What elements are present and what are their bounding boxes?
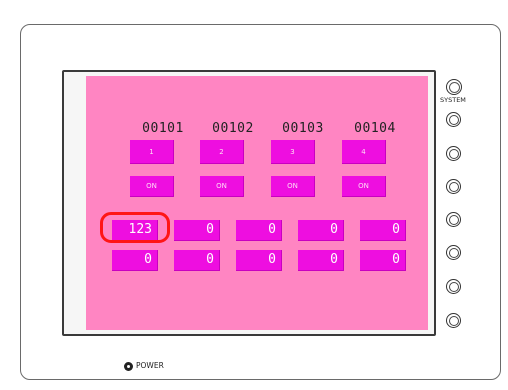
switch-button-3[interactable]: 3 — [271, 140, 315, 164]
numeric-display-r1c3[interactable]: 0 — [236, 220, 282, 241]
switch-button-1[interactable]: 1 — [130, 140, 174, 164]
hmi-screen: 00101 00102 00103 00104 1 2 3 4 ON ON ON… — [86, 76, 428, 330]
lamp-indicator-4[interactable]: ON — [342, 176, 386, 197]
numeric-display-r1c4[interactable]: 0 — [298, 220, 344, 241]
numeric-display-r2c5[interactable]: 0 — [360, 250, 406, 271]
function-key-5[interactable] — [446, 245, 461, 260]
function-key-3[interactable] — [446, 179, 461, 194]
function-key-2[interactable] — [446, 146, 461, 161]
numeric-display-r2c3[interactable]: 0 — [236, 250, 282, 271]
numeric-display-r1c2[interactable]: 0 — [174, 220, 220, 241]
switch-button-2[interactable]: 2 — [200, 140, 244, 164]
address-label-1: 00101 — [142, 121, 184, 136]
numeric-display-r2c2[interactable]: 0 — [174, 250, 220, 271]
numeric-display-r2c4[interactable]: 0 — [298, 250, 344, 271]
lamp-indicator-2[interactable]: ON — [200, 176, 244, 197]
numeric-display-r2c1[interactable]: 0 — [112, 250, 158, 271]
numeric-display-r1c5[interactable]: 0 — [360, 220, 406, 241]
power-label: POWER — [136, 361, 164, 370]
function-key-1[interactable] — [446, 112, 461, 127]
address-label-2: 00102 — [212, 121, 254, 136]
lamp-indicator-1[interactable]: ON — [130, 176, 174, 197]
system-label: SYSTEM — [440, 96, 466, 104]
address-label-4: 00104 — [354, 121, 396, 136]
system-key[interactable] — [446, 79, 462, 95]
power-indicator-icon — [124, 362, 133, 371]
lamp-indicator-3[interactable]: ON — [271, 176, 315, 197]
function-key-7[interactable] — [446, 313, 461, 328]
selection-highlight — [100, 212, 170, 243]
function-key-6[interactable] — [446, 279, 461, 294]
switch-button-4[interactable]: 4 — [342, 140, 386, 164]
function-key-4[interactable] — [446, 212, 461, 227]
address-label-3: 00103 — [282, 121, 324, 136]
